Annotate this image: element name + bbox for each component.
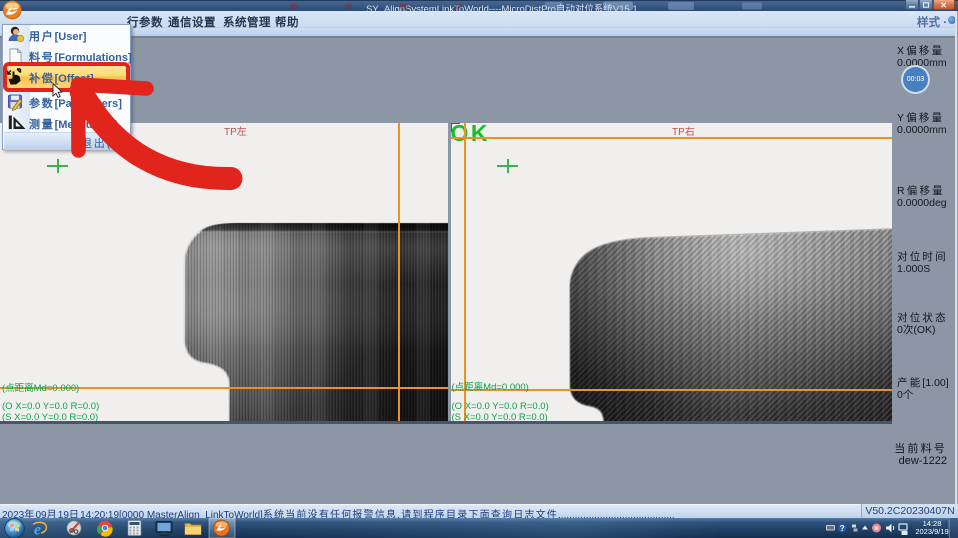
- svg-text:?: ?: [840, 524, 845, 533]
